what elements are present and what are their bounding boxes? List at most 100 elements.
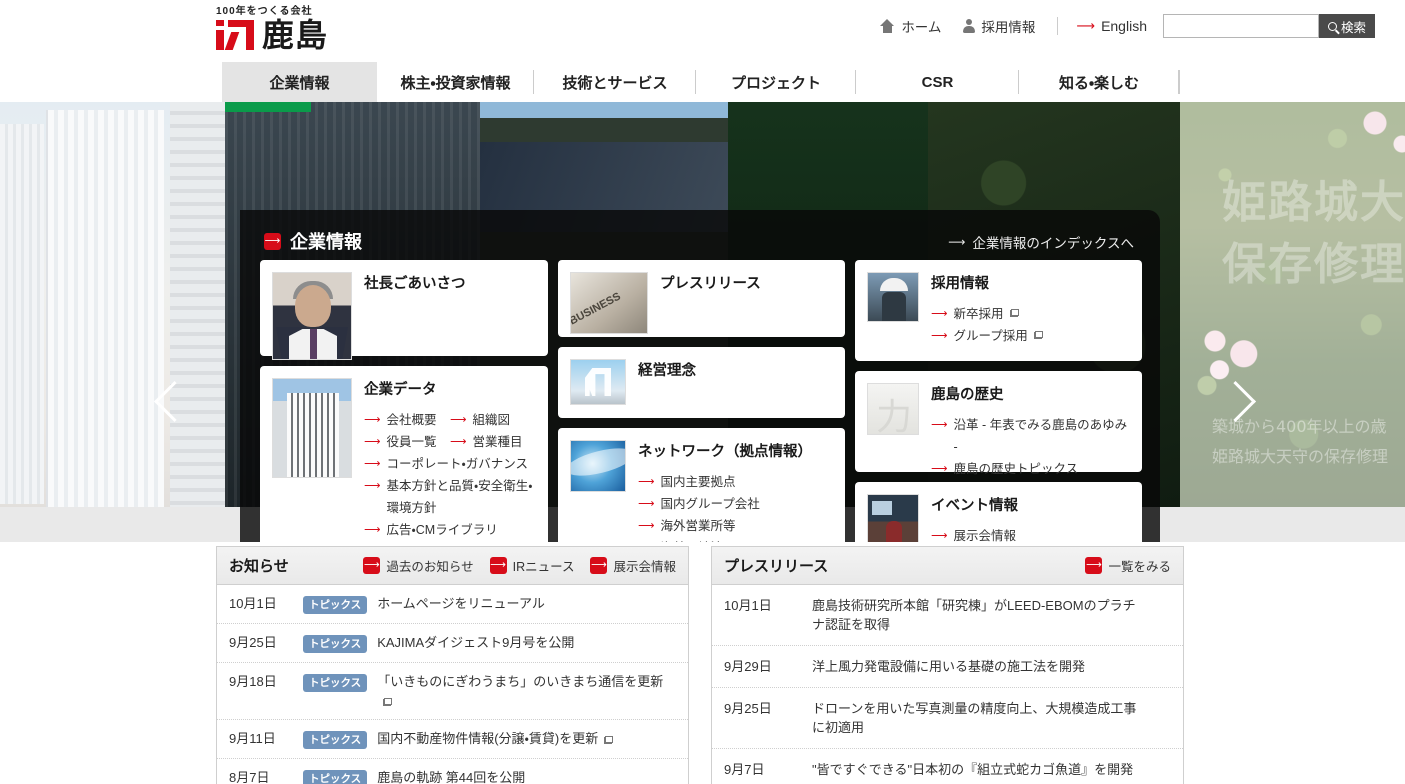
link-business-lines[interactable]: ⟶ 営業種目 (450, 431, 536, 453)
gnav-item-investors[interactable]: 株主・投資家情報 (377, 62, 534, 102)
card-links: ⟶ 沿革 - 年表でみる鹿島のあゆみ - ⟶ 鹿島の歴史トピックス (931, 414, 1130, 480)
gnav-item-enjoy[interactable]: 知る・楽しむ (1019, 62, 1180, 102)
search-button-label: 検索 (1340, 20, 1366, 35)
link-governance[interactable]: ⟶ コーポレート・ガバナンス (364, 453, 536, 475)
link-new-graduate[interactable]: ⟶ 新卒採用 (931, 303, 1043, 325)
link-executives[interactable]: ⟶ 役員一覧 (364, 431, 450, 453)
mega-menu-index-link[interactable]: ⟶ 企業情報のインデックスへ (948, 232, 1134, 252)
press-row[interactable]: 9月29日 洋上風力発電設備に用いる基礎の施工法を開発 (712, 646, 1183, 688)
utility-link-recruit[interactable]: 採用情報 (963, 16, 1035, 36)
mega-menu-title: 企業情報 (290, 232, 362, 252)
card-links: ⟶ 新卒採用 ⟶ グループ採用 (931, 303, 1043, 347)
card-events: イベント情報 ⟶展示会情報 ⟶見学会情報 (855, 482, 1142, 542)
newspaper-photo-image (570, 272, 648, 334)
news-row[interactable]: 10月1日 トピックス ホームページをリニューアル (217, 585, 688, 624)
english-link[interactable]: ⟶ English (1076, 18, 1147, 34)
english-link-label: English (1101, 18, 1147, 34)
card-links: ⟶ 会社概要 ⟶ 組織図 ⟶ 役員一覧 ⟶ 営業種目 ⟶ コーポレート・ガバナンス ⟶ 基本… (364, 409, 536, 541)
prev-slide-button[interactable] (152, 377, 192, 447)
press-text: ドローンを用いた写真測量の精度向上、大規模造成工事に初適用 (812, 701, 1137, 735)
news-row[interactable]: 8月7日 トピックス 鹿島の軌跡 第44回を公開 (217, 759, 688, 784)
news-link-past[interactable]: ⟶ 過去のお知らせ (363, 556, 474, 575)
link-domestic-offices[interactable]: ⟶ 国内主要拠点 (638, 471, 812, 493)
global-nav: 企業情報 株主・投資家情報 技術とサービス プロジェクト CSR 知る・楽しむ (0, 62, 1405, 102)
news-text: ホームページをリニューアル (377, 596, 545, 611)
site-header: 100年をつくる会社 鹿島 ホーム 採用情報 ⟶ English 検索 (0, 0, 1405, 62)
link-domestic-group[interactable]: ⟶ 国内グループ会社 (638, 493, 812, 515)
card-title: 鹿島の歴史 (931, 387, 1004, 403)
hero-slider: 姫路城大 保存修理 築城から400年以上の歳 姫路城大天守の保存修理 ⟶ 企業情… (0, 102, 1405, 542)
kajima-logo-mark-icon (216, 20, 254, 50)
utility-nav: ホーム 採用情報 ⟶ English 検索 (880, 14, 1375, 38)
news-row[interactable]: 9月18日 トピックス 「いきものにぎわうまち」のいきまち通信を更新 (217, 663, 688, 720)
press-text: 洋上風力発電設備に用いる基礎の施工法を開発 (812, 659, 1086, 674)
news-panel-title: お知らせ (229, 558, 289, 575)
gnav-item-corporate-label: 企業情報 (269, 74, 330, 92)
card-history: 鹿島の歴史 ⟶沿革 - 年表でみる鹿島のあゆみ - ⟶鹿島の歴史トピックス (855, 371, 1142, 476)
news-link-exhibition[interactable]: ⟶ 展示会情報 (590, 556, 676, 575)
home-icon (880, 19, 895, 33)
link-overseas-offices[interactable]: ⟶ 海外営業所等 (638, 515, 812, 537)
link-history-chronology[interactable]: ⟶ 沿革 - 年表でみる鹿島のあゆみ - (931, 414, 1130, 458)
news-row[interactable]: 9月11日 トピックス 国内不動産物件情報(分譲・賃貸)を更新 (217, 720, 688, 759)
logo-name: 鹿島 (262, 16, 329, 54)
card-corporate-data: 企業データ ⟶ 会社概要 ⟶ 組織図 ⟶ 役員一覧 ⟶ 営業種目 ⟶ コーポレート・ガバナ… (260, 366, 548, 542)
press-row[interactable]: 9月7日 "皆ですぐできる"日本初の『組立式蛇カゴ魚道』を開発 (712, 749, 1183, 784)
news-link-ir[interactable]: ⟶ IRニュース (489, 556, 574, 575)
link-exhibitions[interactable]: ⟶ 展示会情報 (931, 525, 1018, 542)
building-photo-image (272, 378, 352, 478)
site-logo[interactable]: 100年をつくる会社 鹿島 (216, 6, 396, 54)
card-links: ⟶展示会情報 ⟶見学会情報 (931, 525, 1018, 542)
globe-photo-image (570, 440, 626, 492)
card-title: 社長ごあいさつ (364, 276, 466, 292)
link-company-profile[interactable]: ⟶ 会社概要 (364, 409, 450, 431)
card-press-release[interactable]: プレスリリース (558, 260, 845, 337)
news-date: 9月18日 (229, 674, 277, 689)
search-input[interactable] (1162, 14, 1319, 38)
card-recruit: 採用情報 ⟶ 新卒採用 ⟶ グループ採用 (855, 260, 1142, 361)
card-title: 企業データ (364, 382, 437, 398)
link-org-chart[interactable]: ⟶ 組織図 (450, 409, 536, 431)
utility-link-home[interactable]: ホーム (880, 16, 941, 36)
press-text: "皆ですぐできる"日本初の『組立式蛇カゴ魚道』を開発 (812, 762, 1134, 777)
news-panel: お知らせ ⟶ 過去のお知らせ ⟶ IRニュース ⟶ 展示会情報 10月1日 トピ… (216, 546, 689, 784)
arrow-right-icon: ⟶ (948, 235, 966, 249)
news-text: KAJIMAダイジェスト9月号を公開 (377, 635, 575, 650)
next-slide-button[interactable] (1213, 377, 1253, 447)
link-policies[interactable]: ⟶ 基本方針と品質・安全衛生・環境方針 (364, 475, 536, 519)
news-tag: トピックス (303, 770, 368, 784)
gnav-item-technology[interactable]: 技術とサービス (534, 62, 696, 102)
external-link-icon (1009, 309, 1019, 317)
press-date: 9月29日 (724, 659, 772, 674)
mega-menu-cards: 社長ごあいさつ 企業データ ⟶ 会社概要 ⟶ 組織図 ⟶ 役員一覧 ⟶ 営業種目 ⟶ コー… (260, 260, 1142, 542)
arrow-badge-icon: ⟶ (489, 557, 507, 574)
card-title: イベント情報 (931, 498, 1018, 514)
utility-link-recruit-label: 採用情報 (981, 20, 1036, 35)
press-panel-title: プレスリリース (724, 558, 829, 575)
gnav-item-projects[interactable]: プロジェクト (696, 62, 856, 102)
news-row[interactable]: 9月25日 トピックス KAJIMAダイジェスト9月号を公開 (217, 624, 688, 663)
press-date: 9月7日 (724, 762, 765, 777)
gnav-item-csr[interactable]: CSR (856, 62, 1019, 102)
search-button[interactable]: 検索 (1318, 14, 1375, 38)
link-cm-library[interactable]: ⟶ 広告・CMライブラリ (364, 519, 536, 541)
card-management-philosophy[interactable]: 経営理念 (558, 347, 845, 418)
press-text: 鹿島技術研究所本館「研究棟」がLEED-EBOMのプラチナ認証を取得 (812, 598, 1136, 632)
search-icon (1327, 21, 1337, 31)
gnav-item-enjoy-label: 知る・楽しむ (1058, 74, 1140, 92)
mega-menu-panel: ⟶ 企業情報 ⟶ 企業情報のインデックスへ 社長ごあいさつ 企業データ ⟶ 会社… (240, 210, 1160, 542)
card-title: 経営理念 (638, 363, 696, 379)
news-tag: トピックス (303, 635, 368, 653)
gnav-item-corporate[interactable]: 企業情報 (222, 62, 377, 102)
news-tag: トピックス (303, 674, 368, 692)
kanji-chikara-photo-image (867, 383, 919, 440)
external-link-icon (1033, 331, 1043, 339)
link-group-recruit[interactable]: ⟶ グループ採用 (931, 325, 1043, 347)
worker-photo-image (867, 272, 919, 322)
link-history-topics[interactable]: ⟶ 鹿島の歴史トピックス (931, 458, 1130, 480)
link-overseas-subsidiaries[interactable]: ⟶海外現地法人 (638, 537, 812, 542)
press-row[interactable]: 10月1日 鹿島技術研究所本館「研究棟」がLEED-EBOMのプラチナ認証を取得 (712, 585, 1183, 646)
press-link-list[interactable]: ⟶ 一覧をみる (1085, 556, 1171, 575)
press-row[interactable]: 9月25日 ドローンを用いた写真測量の精度向上、大規模造成工事に初適用 (712, 688, 1183, 749)
card-president-greeting[interactable]: 社長ごあいさつ (260, 260, 548, 360)
